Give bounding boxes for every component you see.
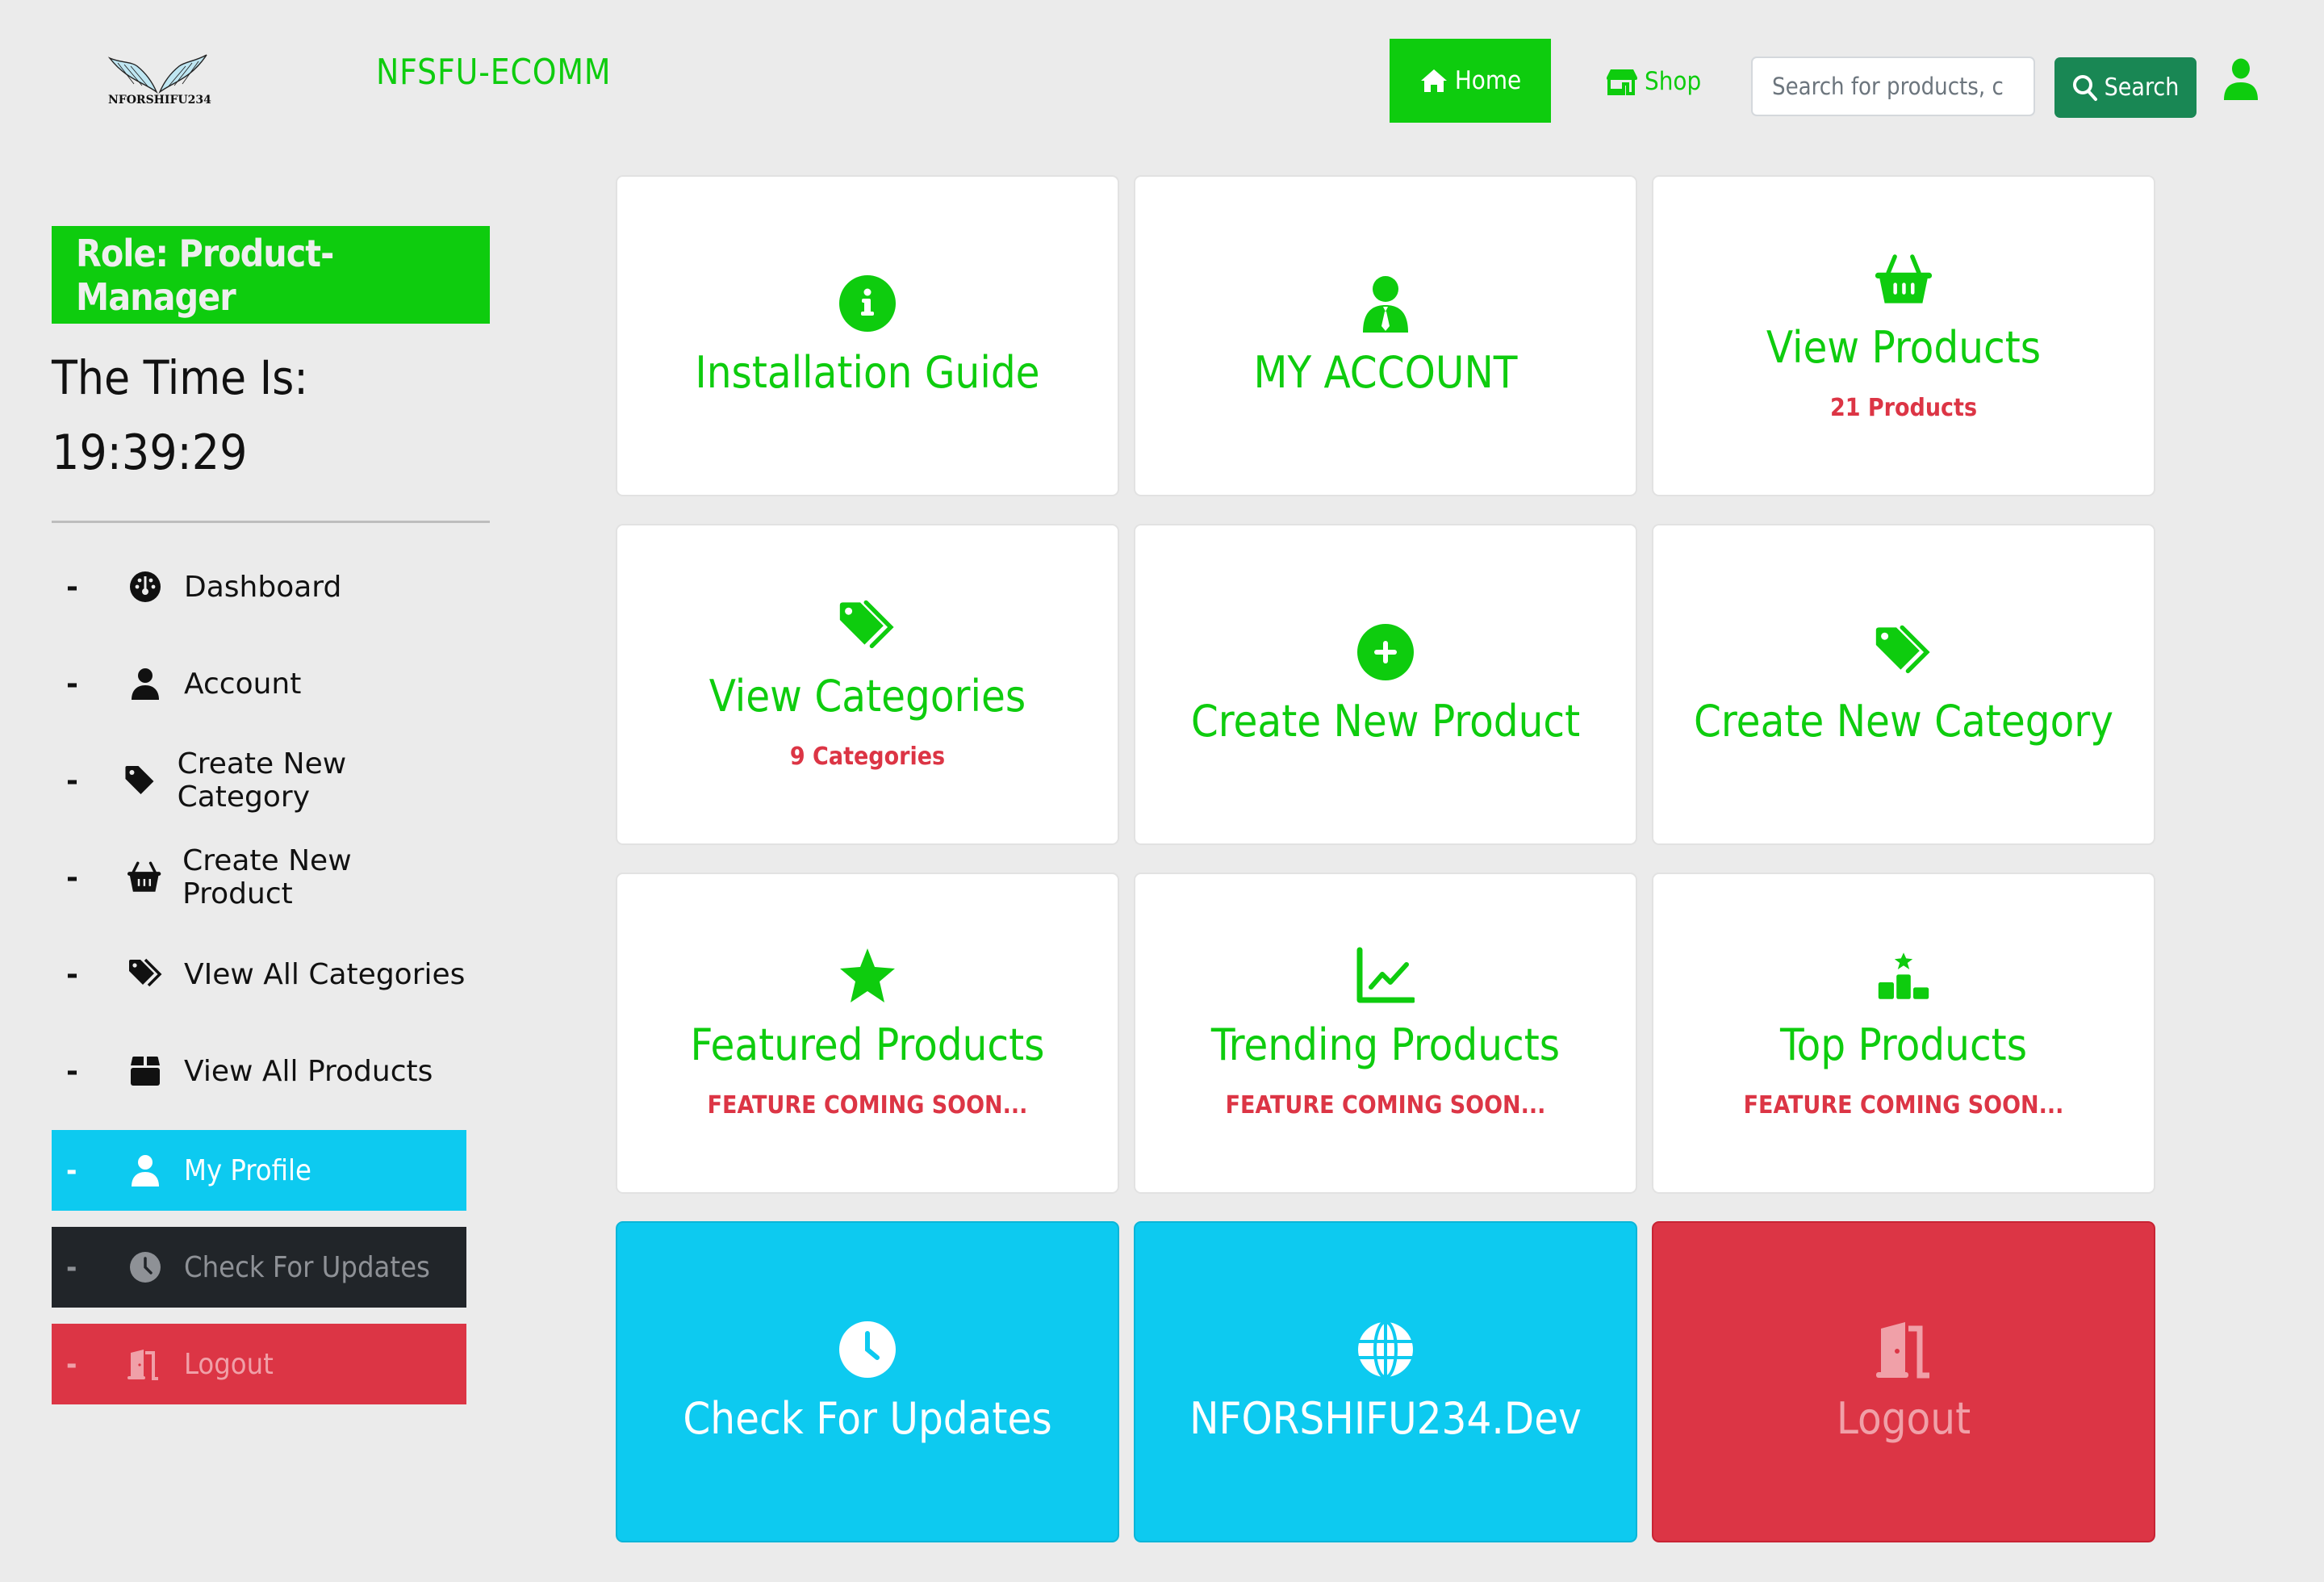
category-count: 9 Categories [789,743,946,771]
card-developer-site[interactable]: NFORSHIFU234.Dev [1134,1221,1637,1542]
sidebar-item-create-category[interactable]: - Create New Category [52,740,466,821]
sidebar-item-dashboard[interactable]: - Dashboard [52,546,466,627]
card-title: Create New Category [1693,695,2114,747]
bullet-dash: - [66,570,78,604]
sidebar-item-label: Logout [184,1347,274,1381]
tag-icon [123,764,157,797]
sidebar-item-label: Dashboard [184,570,342,604]
card-title: Top Products [1779,1019,2028,1070]
plus-circle-icon [1356,623,1415,681]
ranking-star-icon [1875,947,1933,1005]
star-icon [838,947,897,1005]
bullet-dash: - [66,1347,77,1381]
search-input[interactable] [1751,56,2035,116]
sidebar-item-view-categories[interactable]: - VIew All Categories [52,934,466,1015]
product-count: 21 Products [1829,394,1978,422]
clock-value: 19:39:29 [52,425,248,481]
bullet-dash: - [66,1153,77,1187]
sidebar-item-label: View All Products [184,1054,433,1088]
card-trending-products[interactable]: Trending Products FEATURE COMING SOON... [1134,873,1637,1194]
card-title: View Products [1766,322,2042,373]
user-tie-icon [1356,274,1415,333]
nav-shop-label: Shop [1645,67,1702,96]
box-icon [127,1055,163,1087]
logo[interactable]: NFORSHIFU234 [102,50,215,110]
card-title: Create New Product [1190,695,1581,747]
search-button-label: Search [2104,73,2180,102]
sidebar-item-logout[interactable]: - Logout [52,1324,466,1404]
wings-logo-icon [107,54,207,94]
sidebar-item-label: Check For Updates [184,1250,430,1284]
sidebar-item-label: Create New Category [177,747,347,814]
card-logout[interactable]: Logout [1652,1221,2155,1542]
card-top-products[interactable]: Top Products FEATURE COMING SOON... [1652,873,2155,1194]
sidebar-item-my-profile[interactable]: - My Profile [52,1130,466,1211]
bullet-dash: - [66,1250,77,1284]
search-button[interactable]: Search [2054,57,2197,118]
user-icon [2224,58,2258,100]
clock-icon [838,1320,897,1379]
sidebar-item-check-updates[interactable]: - Check For Updates [52,1227,466,1308]
card-title: View Categories [708,671,1026,722]
nav-shop-link[interactable]: Shop [1606,58,1701,105]
user-menu-icon[interactable] [2222,58,2259,100]
card-my-account[interactable]: MY ACCOUNT [1134,175,1637,496]
sidebar-item-label: Create New Product [182,844,352,910]
bullet-dash: - [66,764,78,797]
card-title: Check For Updates [683,1392,1052,1444]
search-icon [2072,74,2097,101]
tags-icon [838,598,897,656]
sidebar-item-account[interactable]: - Account [52,643,466,724]
coming-soon-label: FEATURE COMING SOON... [1225,1091,1546,1120]
store-icon [1607,69,1637,95]
card-title: Installation Guide [695,346,1040,398]
door-open-icon [127,1348,163,1380]
user-icon [127,668,163,700]
coming-soon-label: FEATURE COMING SOON... [707,1091,1028,1120]
basket-icon [1875,249,1933,308]
sidebar-item-label: My Profile [184,1153,311,1187]
user-icon [127,1154,163,1186]
sidebar-item-create-product[interactable]: - Create New Product [52,837,466,918]
basket-icon [127,861,161,894]
clock-icon [127,1251,163,1283]
tags-icon [1875,623,1933,681]
coming-soon-label: FEATURE COMING SOON... [1743,1091,2064,1120]
tags-icon [127,958,163,990]
card-title: MY ACCOUNT [1253,346,1518,398]
card-featured-products[interactable]: Featured Products FEATURE COMING SOON... [616,873,1119,1194]
card-title: Featured Products [690,1019,1045,1070]
nav-home-label: Home [1454,66,1522,95]
card-check-updates[interactable]: Check For Updates [616,1221,1119,1542]
info-circle-icon [838,274,897,333]
bullet-dash: - [66,957,78,991]
card-view-categories[interactable]: View Categories 9 Categories [616,524,1119,845]
sidebar-divider [52,521,490,523]
door-open-icon [1875,1320,1933,1379]
home-icon [1420,69,1447,92]
sidebar-item-label: Account [184,667,302,701]
bullet-dash: - [66,667,78,701]
logo-text: NFORSHIFU234 [108,94,211,107]
card-title: NFORSHIFU234.Dev [1189,1392,1582,1444]
role-badge: Role: Product-Manager [52,226,490,324]
card-installation-guide[interactable]: Installation Guide [616,175,1119,496]
globe-icon [1356,1320,1415,1379]
card-title: Logout [1836,1392,1971,1444]
card-create-category[interactable]: Create New Category [1652,524,2155,845]
chart-line-icon [1356,947,1416,1005]
card-view-products[interactable]: View Products 21 Products [1652,175,2155,496]
time-label: The Time Is: [52,350,308,405]
bullet-dash: - [66,1054,78,1088]
card-title: Trending Products [1210,1019,1561,1070]
card-create-product[interactable]: Create New Product [1134,524,1637,845]
dashboard-gauge-icon [127,571,163,603]
sidebar-item-label: VIew All Categories [184,957,466,991]
brand-title[interactable]: NFSFU-ECOMM [376,52,611,93]
bullet-dash: - [66,860,78,894]
nav-home-link[interactable]: Home [1390,39,1551,123]
sidebar-item-view-products[interactable]: - View All Products [52,1031,466,1111]
